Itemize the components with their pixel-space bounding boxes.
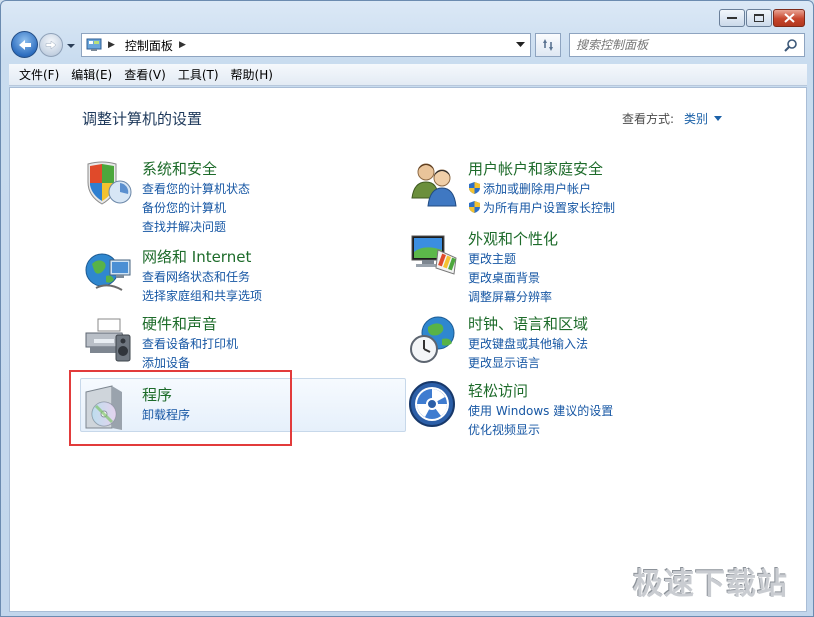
address-dropdown[interactable]	[512, 37, 528, 53]
page-title: 调整计算机的设置	[82, 110, 203, 128]
link-change-theme[interactable]: 更改主题	[468, 250, 552, 269]
breadcrumb-separator[interactable]: ▶	[108, 40, 115, 50]
chevron-down-icon	[67, 44, 75, 48]
close-icon	[783, 13, 795, 23]
link-text: 添加或删除用户帐户	[483, 182, 592, 196]
category-title[interactable]: 时钟、语言和区域	[468, 313, 588, 334]
minimize-button[interactable]	[719, 9, 745, 27]
category-title[interactable]: 网络和 Internet	[142, 246, 251, 267]
menu-view[interactable]: 查看(V)	[118, 66, 172, 83]
caption-buttons	[719, 9, 805, 27]
maximize-icon	[754, 14, 764, 22]
link-homegroup-sharing[interactable]: 选择家庭组和共享选项	[142, 287, 262, 306]
category-hardware-sound: 硬件和声音 查看设备和打印机 添加设备	[82, 313, 402, 373]
link-optimize-video-display[interactable]: 优化视频显示	[468, 421, 613, 440]
category-ease-of-access: 轻松访问 使用 Windows 建议的设置 优化视频显示	[408, 380, 728, 440]
arrow-left-icon	[18, 39, 31, 50]
link-add-remove-accounts[interactable]: 添加或删除用户帐户	[468, 180, 615, 199]
category-network-internet: 网络和 Internet 查看网络状态和任务 选择家庭组和共享选项	[82, 246, 402, 306]
menu-edit[interactable]: 编辑(E)	[65, 66, 118, 83]
link-devices-printers[interactable]: 查看设备和打印机	[142, 335, 238, 354]
clock-globe-icon[interactable]	[408, 313, 460, 365]
link-find-fix-problems[interactable]: 查找并解决问题	[142, 218, 250, 237]
content-pane: 调整计算机的设置 查看方式: 类别 系统和安全 查看您的计算机状态 备份您的计算…	[9, 87, 807, 612]
users-icon[interactable]	[408, 158, 460, 210]
control-panel-window: ▶ 控制面板 ▶ 文件(F) 编辑(E) 查看(V) 工具(T) 帮助(H)	[0, 0, 814, 617]
category-title[interactable]: 用户帐户和家庭安全	[468, 158, 603, 179]
ease-of-access-icon[interactable]	[408, 380, 460, 432]
link-parental-controls[interactable]: 为所有用户设置家长控制	[468, 199, 615, 218]
link-change-display-language[interactable]: 更改显示语言	[468, 354, 588, 373]
link-windows-suggested-settings[interactable]: 使用 Windows 建议的设置	[468, 402, 613, 421]
red-highlight-box	[69, 370, 292, 446]
category-title[interactable]: 轻松访问	[468, 380, 528, 401]
shield-computer-icon[interactable]	[82, 158, 134, 210]
link-change-desktop-background[interactable]: 更改桌面背景	[468, 269, 552, 288]
category-clock-language-region: 时钟、语言和区域 更改键盘或其他输入法 更改显示语言	[408, 313, 728, 373]
menu-help[interactable]: 帮助(H)	[225, 66, 279, 83]
breadcrumb-separator[interactable]: ▶	[179, 40, 186, 50]
maximize-button[interactable]	[746, 9, 772, 27]
link-text: 为所有用户设置家长控制	[483, 201, 616, 215]
view-by-label: 查看方式:	[622, 112, 675, 126]
minimize-icon	[727, 17, 737, 19]
category-appearance: 外观和个性化 更改主题 更改桌面背景 调整屏幕分辨率	[408, 228, 728, 308]
arrow-right-icon	[45, 40, 57, 50]
chevron-down-icon[interactable]	[714, 116, 723, 121]
printer-speaker-icon[interactable]	[82, 313, 134, 365]
link-view-computer-status[interactable]: 查看您的计算机状态	[142, 180, 250, 199]
forward-button[interactable]	[39, 33, 63, 57]
category-title[interactable]: 外观和个性化	[468, 228, 558, 249]
link-adjust-resolution[interactable]: 调整屏幕分辨率	[468, 288, 552, 307]
category-title[interactable]: 硬件和声音	[142, 313, 217, 334]
view-by: 查看方式: 类别	[622, 110, 723, 127]
link-backup-computer[interactable]: 备份您的计算机	[142, 199, 250, 218]
monitor-palette-icon[interactable]	[408, 228, 460, 280]
network-globe-icon[interactable]	[82, 246, 134, 298]
category-title[interactable]: 系统和安全	[142, 158, 217, 179]
breadcrumb-control-panel[interactable]: 控制面板	[125, 37, 173, 54]
category-system-security: 系统和安全 查看您的计算机状态 备份您的计算机 查找并解决问题	[82, 158, 402, 238]
uac-shield-icon	[469, 182, 480, 194]
search-icon[interactable]	[784, 38, 798, 52]
control-panel-icon	[86, 38, 102, 51]
close-button[interactable]	[773, 9, 805, 27]
address-bar[interactable]: ▶ 控制面板 ▶	[81, 33, 531, 57]
search-input[interactable]	[576, 38, 776, 52]
link-change-keyboard[interactable]: 更改键盘或其他输入法	[468, 335, 588, 354]
chevron-down-icon	[515, 42, 525, 47]
link-network-status[interactable]: 查看网络状态和任务	[142, 268, 262, 287]
recent-pages-dropdown[interactable]	[66, 40, 76, 50]
watermark: 极速下载站	[633, 567, 788, 602]
view-by-dropdown[interactable]: 类别	[684, 110, 708, 127]
search-box	[569, 33, 805, 57]
menu-tools[interactable]: 工具(T)	[172, 66, 225, 83]
uac-shield-icon	[469, 201, 480, 213]
category-user-accounts: 用户帐户和家庭安全 添加或删除用户帐户 为所有用户设置家长控制	[408, 158, 728, 228]
refresh-icon	[543, 39, 553, 51]
navigation-bar: ▶ 控制面板 ▶	[9, 31, 807, 59]
menu-bar: 文件(F) 编辑(E) 查看(V) 工具(T) 帮助(H)	[9, 64, 807, 86]
menu-file[interactable]: 文件(F)	[13, 66, 65, 83]
back-button[interactable]	[11, 31, 38, 58]
refresh-button[interactable]	[535, 33, 561, 57]
